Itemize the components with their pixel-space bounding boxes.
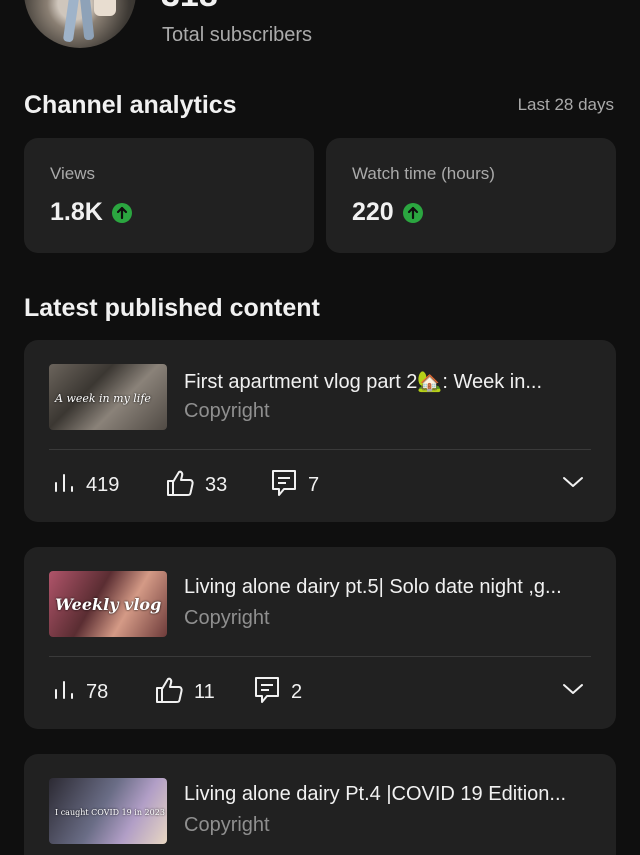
bar-chart-icon (52, 471, 76, 500)
comment-icon (253, 675, 281, 710)
comments-count: 7 (308, 473, 320, 496)
divider (49, 656, 591, 657)
thumbs-up-icon (154, 675, 184, 710)
thumbnail-text: A week in my life (55, 392, 151, 405)
metric-value: 1.8K (50, 198, 103, 226)
analytics-title: Channel analytics (24, 91, 237, 119)
subscriber-label: Total subscribers (162, 24, 313, 46)
video-thumbnail[interactable]: I caught COVID 19 in 2023 (49, 778, 167, 844)
chevron-down-icon[interactable] (562, 682, 584, 701)
chevron-down-icon[interactable] (562, 475, 584, 494)
video-title[interactable]: Living alone dairy pt.5| Solo date night… (184, 576, 604, 599)
metric-label: Views (50, 164, 96, 183)
views-stat: 419 (52, 470, 119, 500)
likes-stat: 11 (154, 677, 215, 707)
views-count: 78 (86, 680, 109, 703)
thumbnail-text: I caught COVID 19 in 2023 (55, 808, 165, 817)
views-metric-card[interactable]: Views 1.8K (24, 138, 314, 253)
likes-stat: 33 (165, 470, 227, 500)
video-thumbnail[interactable]: A week in my life (49, 364, 167, 430)
watch-time-metric-card[interactable]: Watch time (hours) 220 (326, 138, 616, 253)
comments-count: 2 (291, 680, 303, 703)
video-status: Copyright (184, 814, 270, 836)
views-count: 419 (86, 473, 120, 496)
video-thumbnail[interactable]: Weekly vlog (49, 571, 167, 637)
video-status: Copyright (184, 607, 270, 629)
video-title[interactable]: Living alone dairy Pt.4 |COVID 19 Editio… (184, 783, 604, 806)
video-title[interactable]: First apartment vlog part 2🏡: Week in... (184, 369, 604, 394)
bar-chart-icon (52, 678, 76, 707)
content-card[interactable]: Weekly vlog Living alone dairy pt.5| Sol… (24, 547, 616, 729)
metric-label: Watch time (hours) (352, 164, 495, 183)
comments-stat: 7 (270, 468, 320, 503)
views-stat: 78 (52, 677, 108, 707)
trend-up-icon (402, 202, 423, 223)
likes-count: 33 (205, 473, 228, 496)
video-status: Copyright (184, 400, 270, 422)
likes-count: 11 (194, 680, 215, 703)
metric-value: 220 (352, 198, 394, 226)
comments-stat: 2 (253, 675, 303, 710)
latest-content-title: Latest published content (24, 294, 320, 322)
subscriber-count: 318 (161, 0, 218, 15)
channel-avatar[interactable] (24, 0, 136, 48)
divider (49, 449, 591, 450)
channel-dashboard: 318 Total subscribers Channel analytics … (0, 0, 640, 855)
thumbs-up-icon (165, 468, 195, 503)
content-card[interactable]: I caught COVID 19 in 2023 Living alone d… (24, 754, 616, 855)
thumbnail-text: Weekly vlog (55, 595, 162, 614)
content-card[interactable]: A week in my life First apartment vlog p… (24, 340, 616, 522)
comment-icon (270, 468, 298, 503)
trend-up-icon (111, 202, 132, 223)
analytics-period: Last 28 days (517, 95, 614, 114)
